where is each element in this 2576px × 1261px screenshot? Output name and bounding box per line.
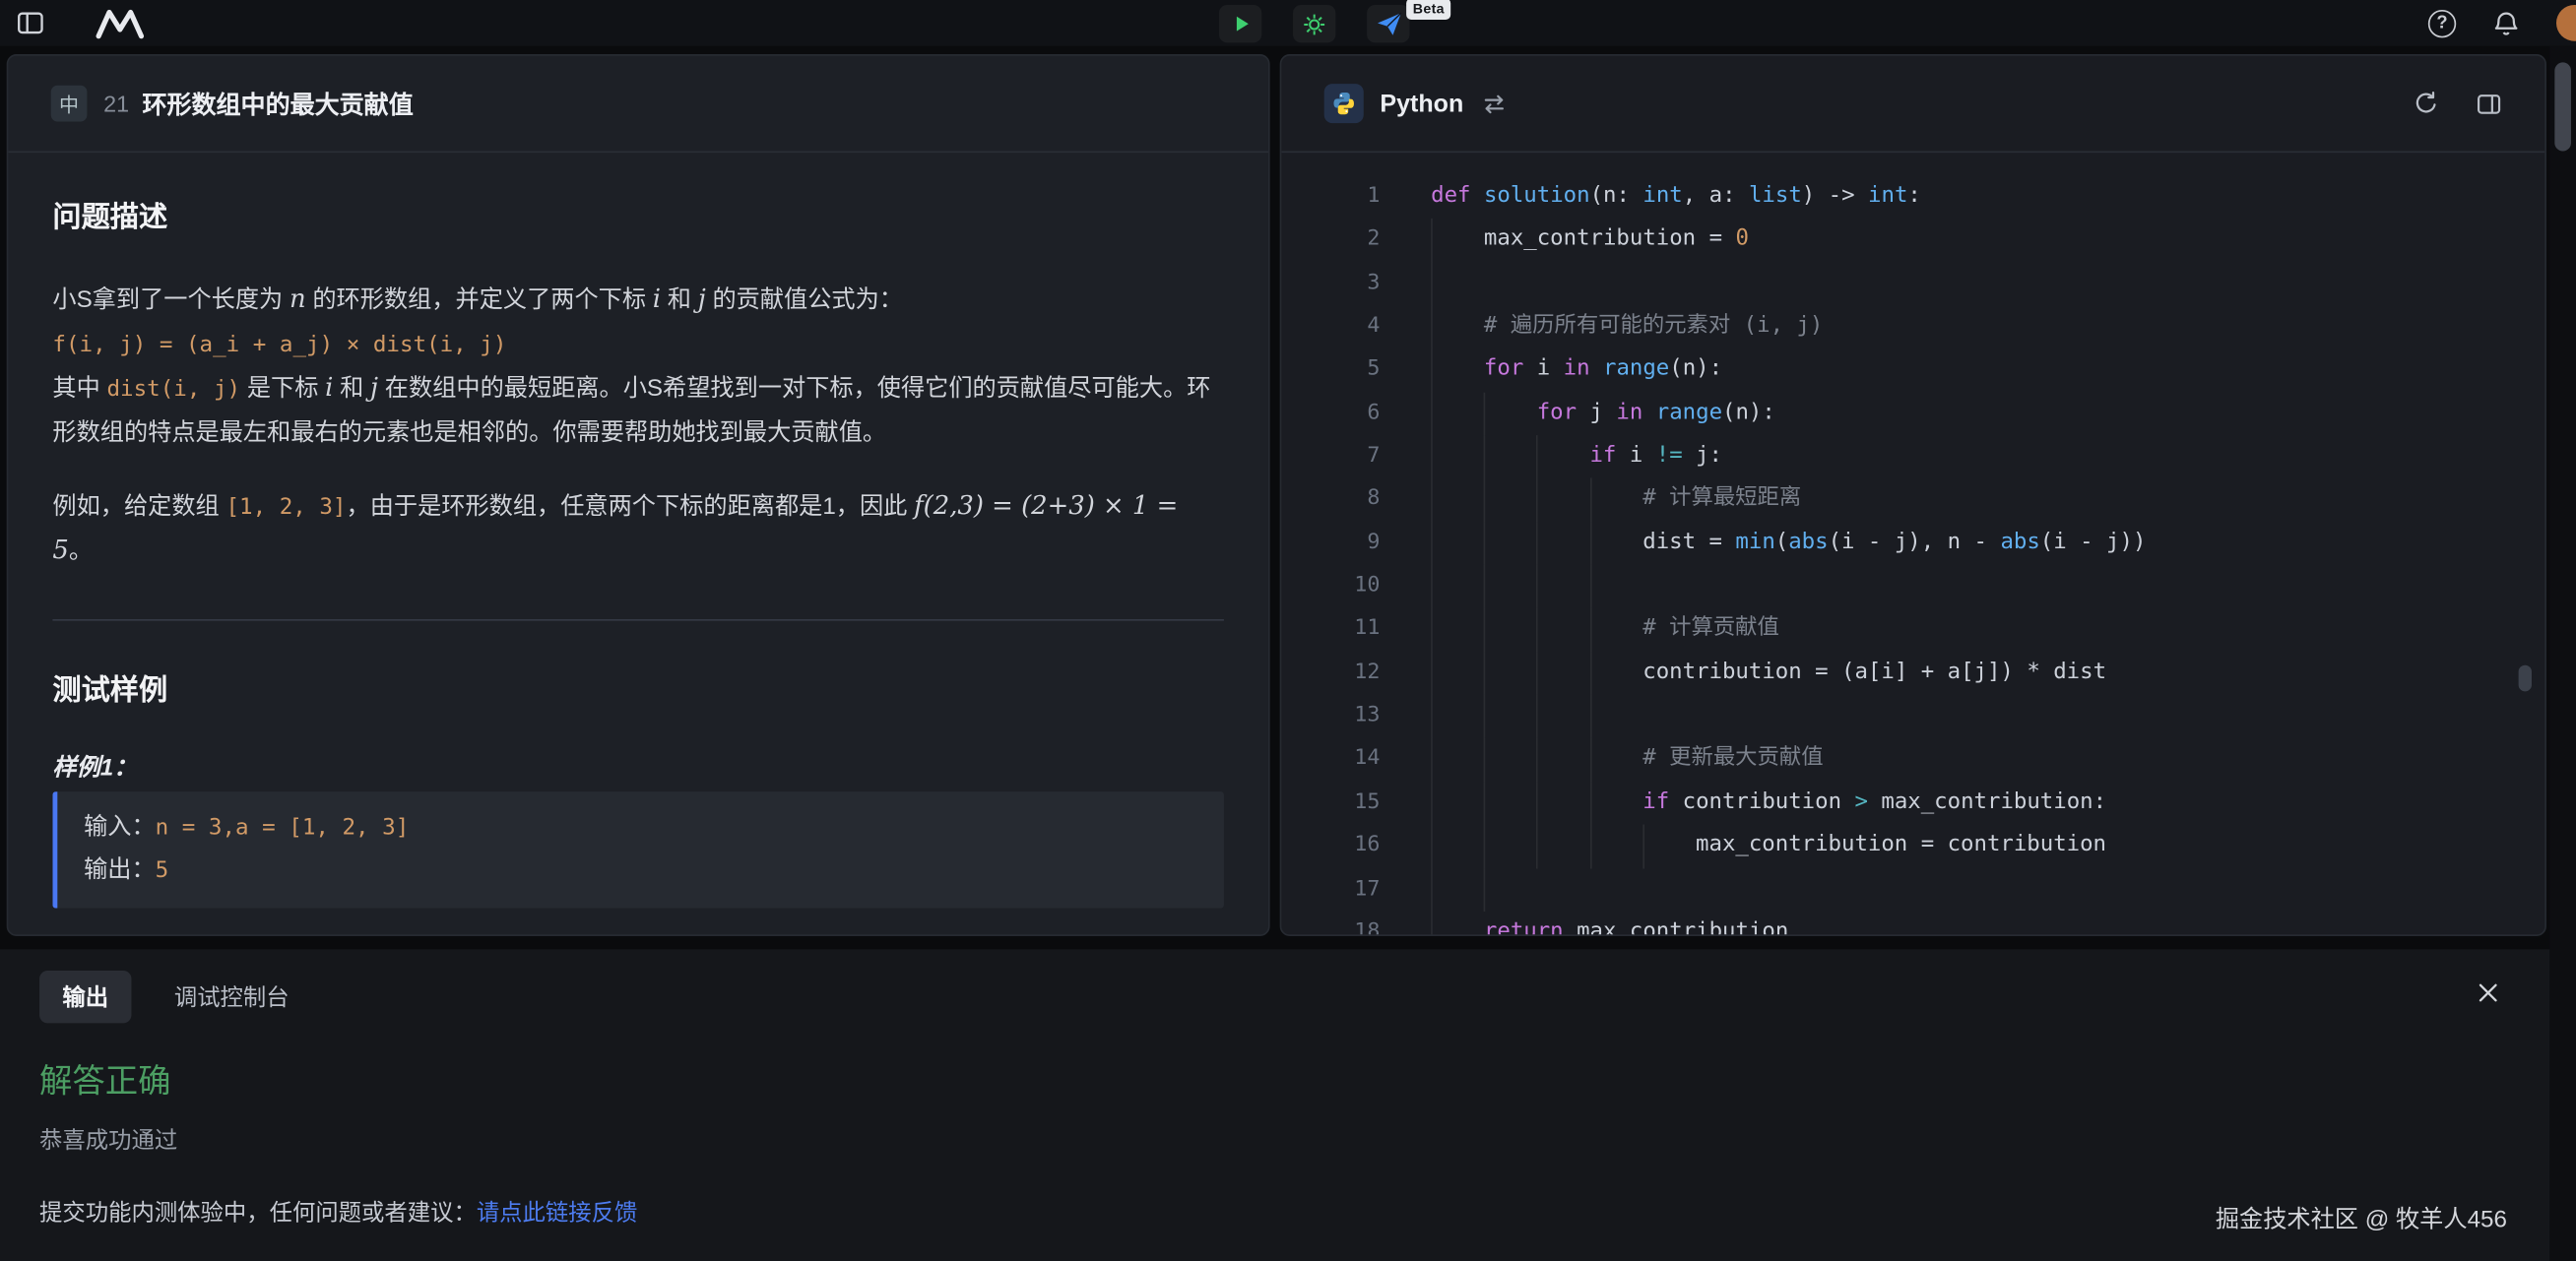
page-scrollbar-thumb[interactable]	[2554, 62, 2571, 151]
difficulty-badge: 中	[51, 86, 88, 122]
language-switch-icon[interactable]	[1482, 93, 1507, 114]
python-logo-icon	[1324, 84, 1364, 123]
topbar-right	[2428, 0, 2576, 46]
help-icon[interactable]	[2428, 9, 2456, 36]
problem-example-paragraph: 例如，给定数组 [1, 2, 3]，由于是环形数组，任意两个下标的距离都是1，因…	[52, 484, 1224, 574]
problem-formula: f(i, j) = (a_i + a_j) × dist(i, j)	[52, 323, 1224, 366]
problem-description[interactable]: 问题描述 小S拿到了一个长度为 n 的环形数组，并定义了两个下标 i 和 j 的…	[8, 153, 1268, 936]
console-tabs: 输出 调试控制台	[39, 973, 2549, 1022]
editor-header: Python	[1281, 56, 2544, 153]
watermark: 掘金技术社区 @ 牧羊人456	[2216, 1201, 2507, 1235]
beta-badge: Beta	[1406, 0, 1450, 19]
code-editor[interactable]: 1def solution(n: int, a: list) -> int:2m…	[1281, 153, 2544, 936]
app: Beta 中 21 环形数组中的最大贡献值 问题描述 小S拿到了一个长度为 n …	[0, 0, 2576, 1261]
topbar: Beta	[0, 0, 2576, 46]
debug-icon	[1301, 11, 1327, 37]
editor-scrollbar[interactable]	[2519, 665, 2532, 692]
tab-debug-console[interactable]: 调试控制台	[174, 980, 290, 1013]
console-panel: 输出 调试控制台 解答正确 恭喜成功通过 提交功能内测体验中，任何问题或者建议：…	[0, 949, 2549, 1261]
problem-paragraph: 小S拿到了一个长度为 n 的环形数组，并定义了两个下标 i 和 j 的贡献值公式…	[52, 279, 1224, 324]
run-button[interactable]	[1219, 5, 1261, 42]
submit-button[interactable]	[1367, 5, 1409, 42]
feedback-row: 提交功能内测体验中，任何问题或者建议：请点此链接反馈	[39, 1196, 2549, 1229]
result-subtext: 恭喜成功通过	[39, 1123, 2549, 1156]
editor-panel: Python 1def solution(n: int, a: list) ->…	[1280, 54, 2546, 936]
tab-output[interactable]: 输出	[39, 971, 131, 1023]
feedback-text: 提交功能内测体验中，任何问题或者建议：	[39, 1199, 477, 1226]
debug-button[interactable]	[1293, 5, 1335, 42]
sidebar-toggle-icon[interactable]	[17, 10, 44, 36]
sample2-label: 样例2：	[52, 935, 1224, 936]
avatar[interactable]	[2556, 5, 2576, 41]
run-icon	[1228, 12, 1253, 36]
close-icon[interactable]	[2471, 976, 2503, 1008]
topbar-actions: Beta	[1219, 5, 1410, 42]
feedback-link[interactable]: 请点此链接反馈	[477, 1199, 638, 1226]
submit-icon	[1375, 10, 1402, 37]
code-lines: 1def solution(n: int, a: list) -> int:2m…	[1281, 176, 2544, 936]
section-divider	[52, 619, 1224, 621]
sample-output-line: 输出：5	[84, 850, 1197, 893]
sample1-block: 输入：n = 3,a = [1, 2, 3] 输出：5	[52, 791, 1224, 908]
problem-header: 中 21 环形数组中的最大贡献值	[8, 56, 1268, 153]
problem-panel: 中 21 环形数组中的最大贡献值 问题描述 小S拿到了一个长度为 n 的环形数组…	[7, 54, 1270, 936]
sample-input-line: 输入：n = 3,a = [1, 2, 3]	[84, 806, 1197, 850]
app-logo[interactable]	[94, 8, 146, 39]
problem-paragraph: 其中 dist(i, j) 是下标 i 和 j 在数组中的最短距离。小S希望找到…	[52, 366, 1224, 455]
topbar-left	[0, 8, 146, 39]
refresh-icon[interactable]	[2414, 91, 2440, 117]
problem-title: 环形数组中的最大贡献值	[142, 87, 413, 121]
layout-icon[interactable]	[2476, 92, 2502, 116]
section-heading-samples: 测试样例	[52, 668, 1224, 712]
bell-icon[interactable]	[2492, 9, 2520, 36]
result-status: 解答正确	[39, 1054, 2549, 1102]
sample1-label: 样例1：	[52, 748, 1224, 791]
page-scrollbar[interactable]	[2549, 46, 2576, 1261]
language-label: Python	[1380, 90, 1463, 117]
problem-number: 21	[103, 91, 129, 117]
section-heading-description: 问题描述	[52, 196, 1224, 239]
